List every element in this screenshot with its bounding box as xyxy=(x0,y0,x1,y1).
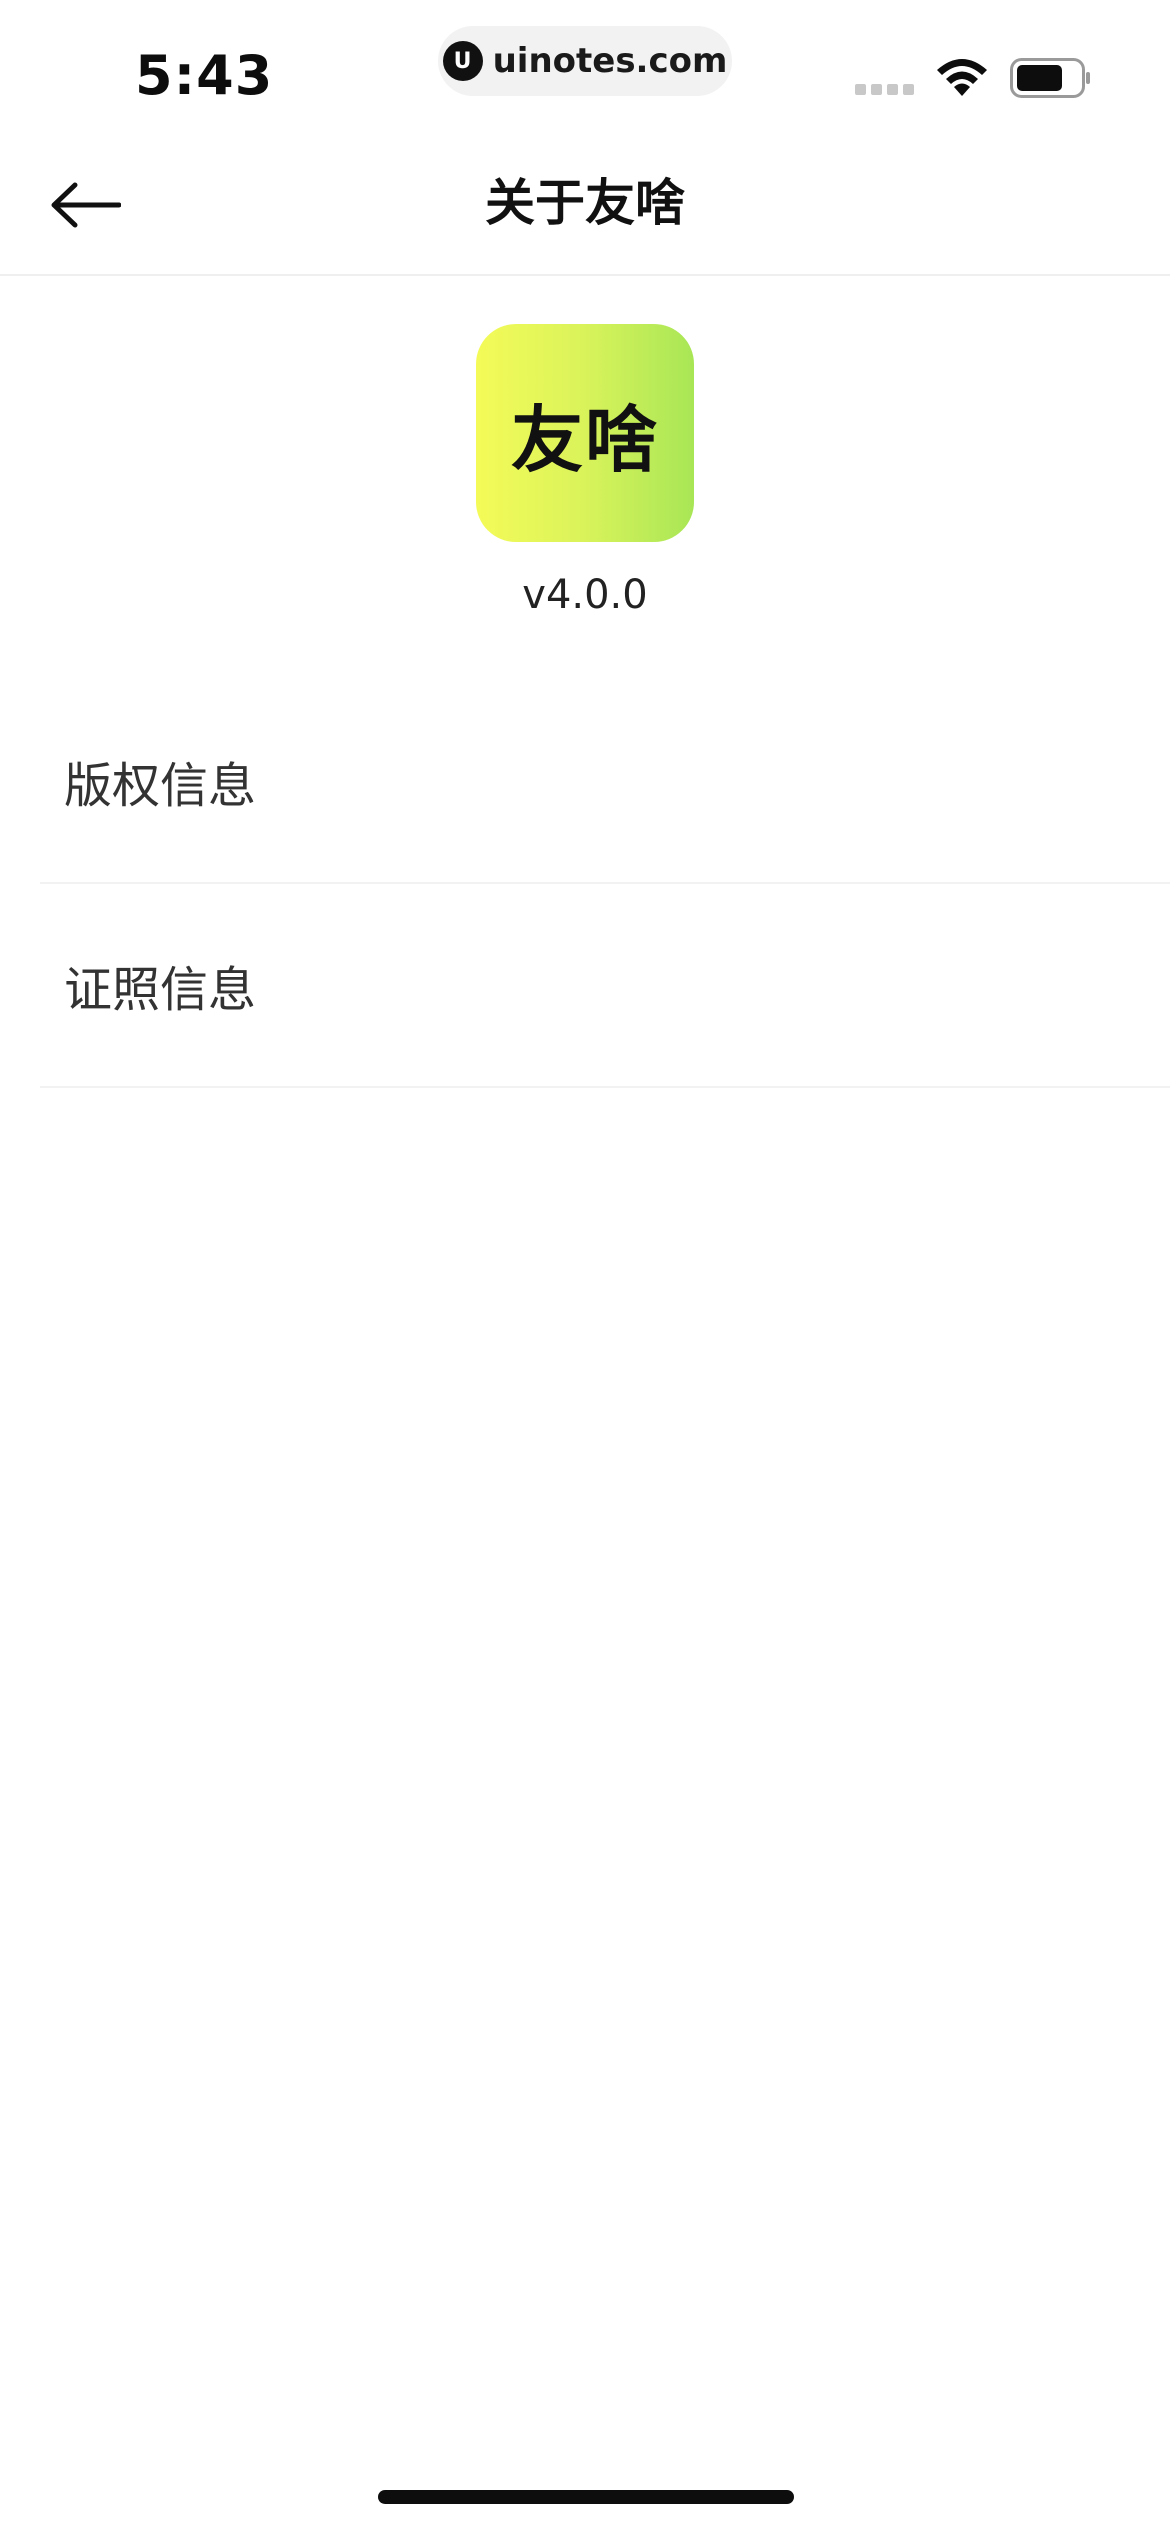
list-item-label: 版权信息 xyxy=(64,758,257,814)
status-bar: 5:43 U uinotes.com xyxy=(0,0,1170,140)
uinotes-logo-icon: U xyxy=(442,41,483,81)
page-title: 关于友啥 xyxy=(485,174,685,232)
signal-icon xyxy=(855,84,914,95)
app-logo-text: 友啥 xyxy=(510,397,659,482)
app-version: v4.0.0 xyxy=(522,572,648,618)
list-item-copyright-info[interactable]: 版权信息 xyxy=(40,680,1170,884)
url-text: uinotes.com xyxy=(492,41,728,81)
nav-bar: 关于友啥 xyxy=(0,140,1170,276)
list-item-license-info[interactable]: 证照信息 xyxy=(40,884,1170,1088)
wifi-icon xyxy=(937,59,987,96)
status-time: 5:43 xyxy=(135,44,274,107)
app-logo: 友啥 xyxy=(476,324,694,542)
battery-icon xyxy=(1010,58,1090,98)
url-pill[interactable]: U uinotes.com xyxy=(438,26,732,96)
home-indicator[interactable] xyxy=(378,2490,794,2504)
list-item-label: 证照信息 xyxy=(64,962,257,1018)
settings-list: 版权信息 证照信息 xyxy=(40,680,1170,1088)
